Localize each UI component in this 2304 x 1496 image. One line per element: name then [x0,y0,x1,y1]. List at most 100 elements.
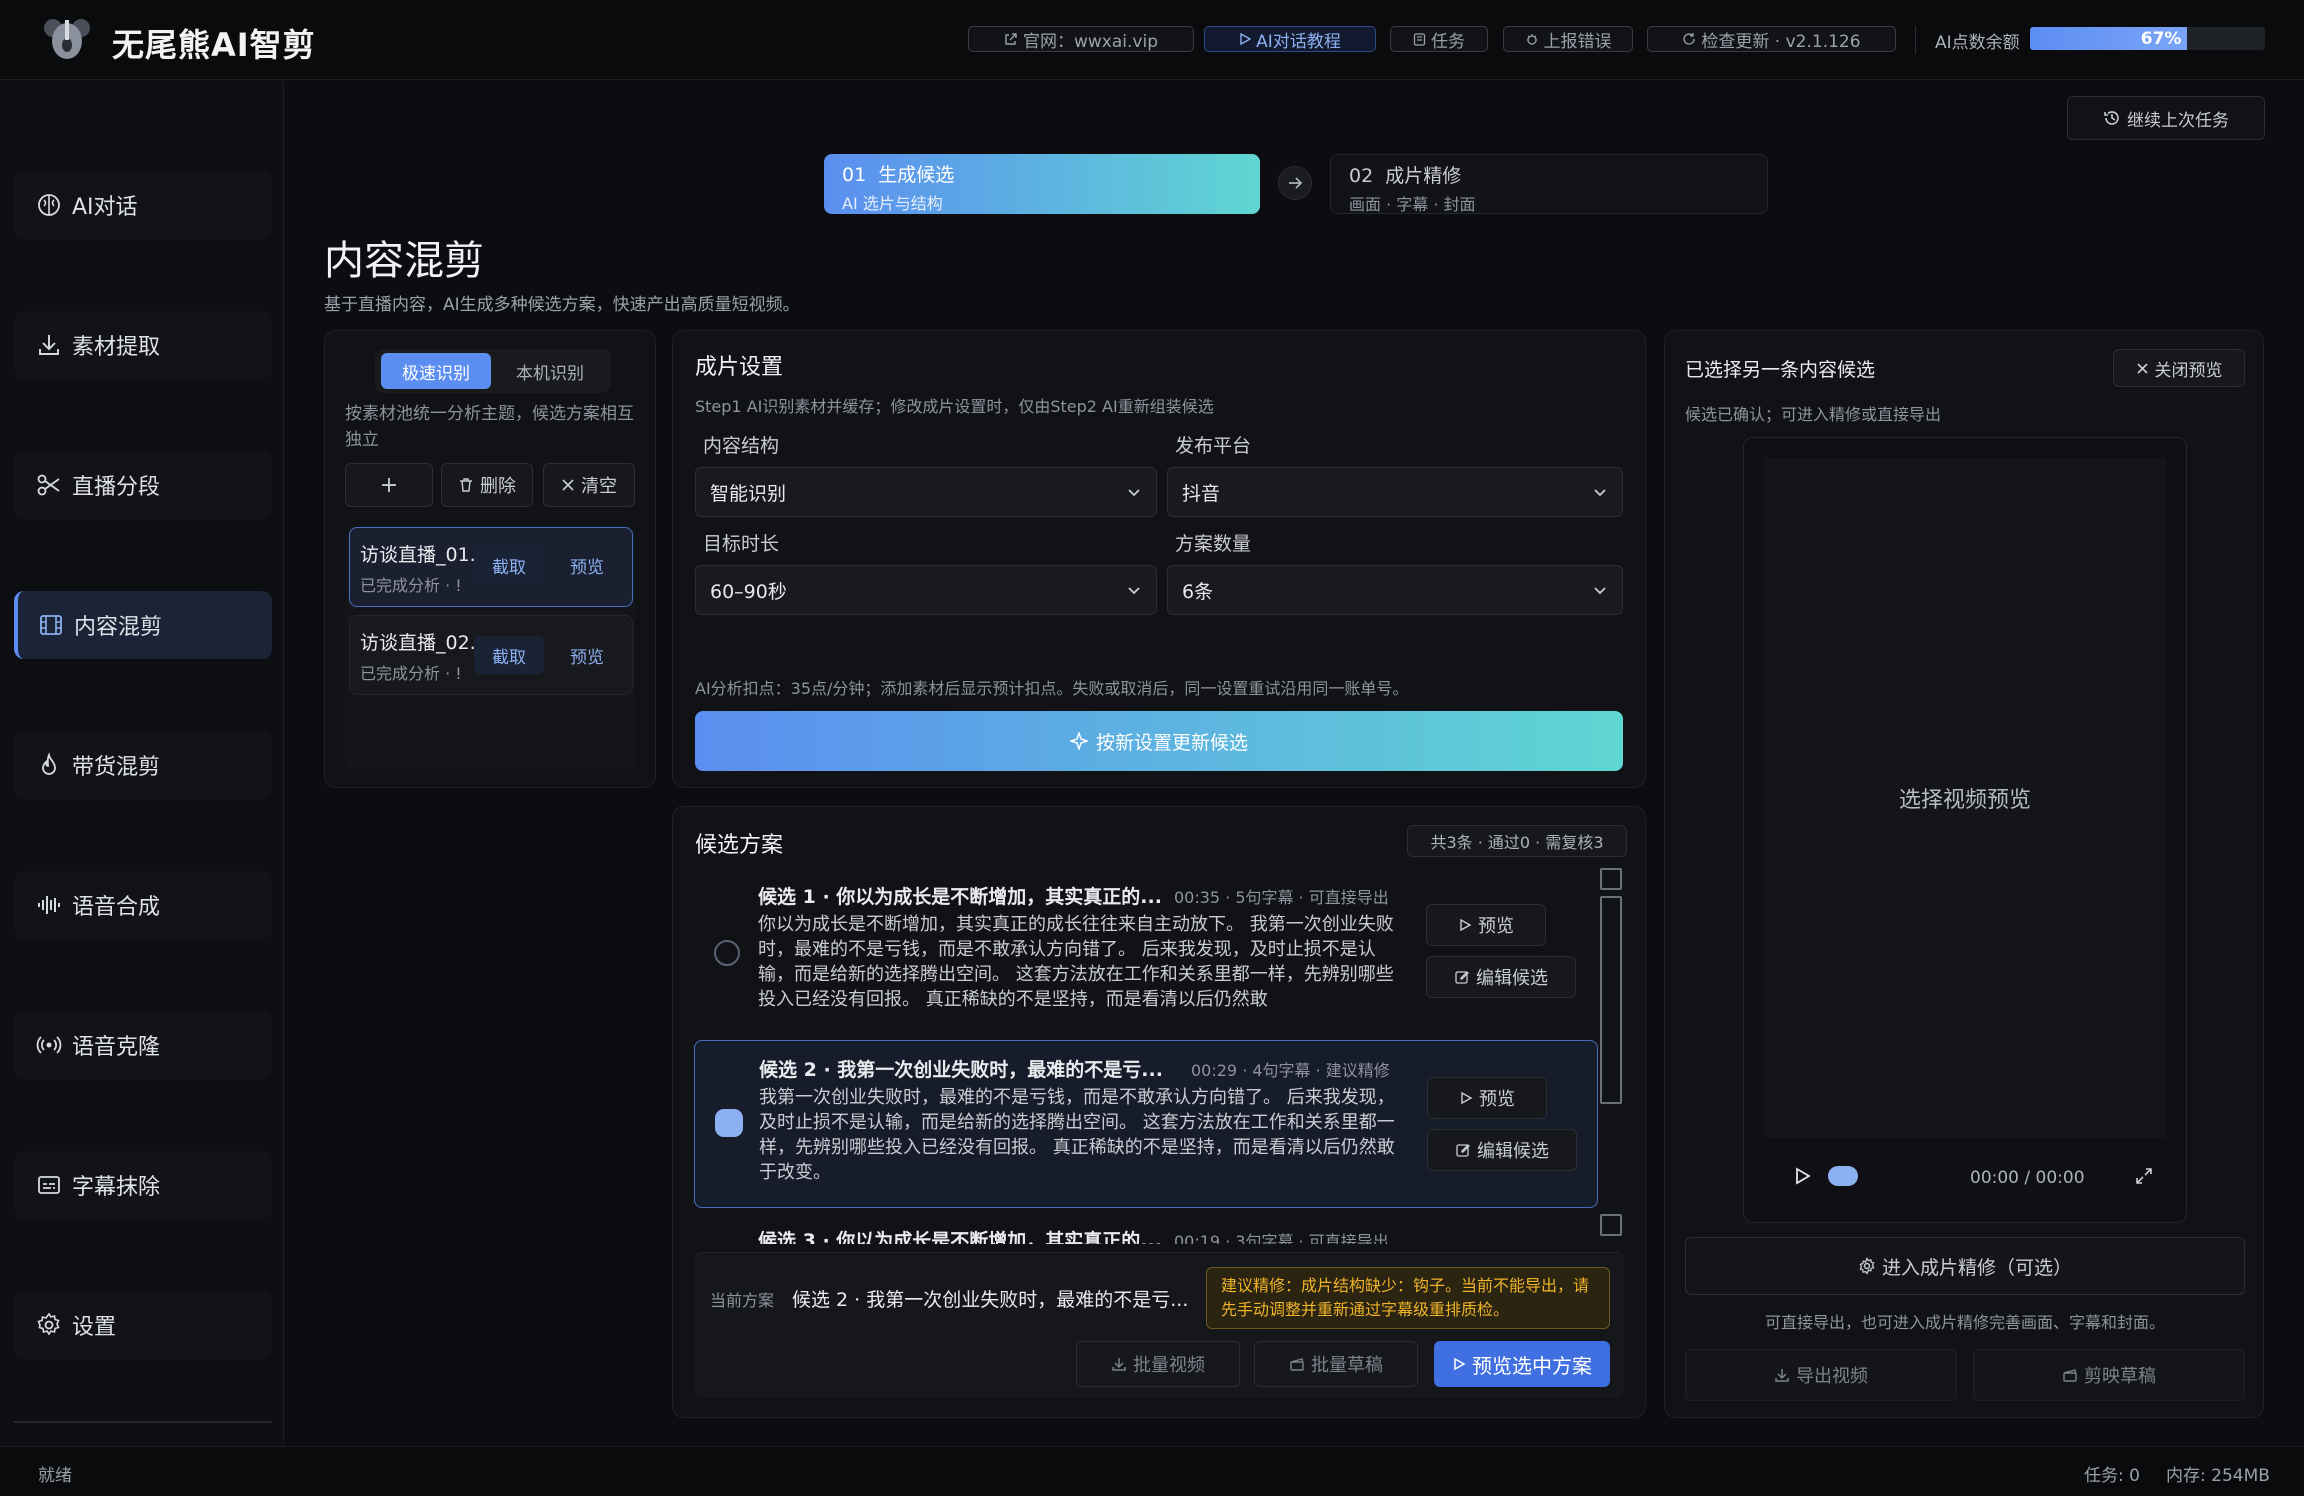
preview-button[interactable]: 预览 [552,546,622,584]
platform-value: 抖音 [1182,482,1221,505]
resume-task-button[interactable]: 继续上次任务 [2067,96,2265,140]
export-note: 可直接导出，也可进入成片精修完善画面、字幕和封面。 [1764,1313,2165,1332]
sidebar-item-content-mix[interactable]: 内容混剪 [14,591,272,659]
preview-selected-label: 预览选中方案 [1472,1353,1592,1378]
material-item[interactable]: 访谈直播_01. 已完成分析 · ! 截取 预览 [349,527,633,607]
step-num: 01 [842,164,867,186]
preview-button[interactable]: 预览 [1427,1077,1547,1119]
bug-icon [1526,34,1537,45]
progress-handle[interactable] [1828,1166,1858,1186]
sidebar-item-label: 素材提取 [72,335,161,360]
edit-icon [1456,1144,1470,1157]
candidate-item[interactable]: 候选 3 · 你以为成长是不断增加，其实真正的... 00:19 · 3句字幕 … [694,1214,1598,1244]
play-icon[interactable] [1792,1166,1812,1186]
material-name: 访谈直播_01. [360,544,476,566]
preview-label: 预览 [1478,916,1514,937]
sidebar-item-voice-clone[interactable]: 语音克隆 [14,1011,272,1079]
sidebar-item-settings[interactable]: 设置 [14,1291,272,1359]
jianying-draft-button[interactable]: 剪映草稿 [1973,1349,2245,1401]
candidate-radio-checked[interactable] [715,1109,743,1137]
batch-draft-button[interactable]: 批量草稿 [1254,1341,1418,1387]
gear-icon [1859,1257,1875,1275]
clipboard-icon [1413,33,1426,46]
clip-button[interactable]: 截取 [474,546,544,584]
count-label: 方案数量 [1175,533,1252,555]
close-preview-button[interactable]: 关闭预览 [2113,349,2245,387]
structure-select[interactable]: 智能识别 [695,467,1157,517]
material-item[interactable]: 访谈直播_02. 已完成分析 · ! 截取 预览 [349,615,633,695]
preview-desc: 候选已确认；可进入精修或直接导出 [1685,405,1942,424]
tutorial-label: AI对话教程 [1256,31,1341,52]
tab-local-recognize[interactable]: 本机识别 [495,353,605,389]
sidebar-item-label: 设置 [72,1315,117,1340]
sidebar-item-tts[interactable]: 语音合成 [14,871,272,939]
step-arrow [1278,166,1312,200]
batch-video-button[interactable]: 批量视频 [1076,1341,1240,1387]
sidebar-item-ai-chat[interactable]: AI对话 [14,171,272,239]
scroll-up-button[interactable] [1600,868,1622,890]
edit-candidate-button[interactable]: 编辑候选 [1427,1129,1577,1171]
candidate-meta: 00:35 · 5句字幕 · 可直接导出 [1174,888,1389,907]
tab-fast-recognize[interactable]: 极速识别 [381,353,491,389]
refresh-icon [1683,33,1696,45]
download-icon [39,335,59,355]
check-update-button[interactable]: 检查更新 · v2.1.126 [1647,26,1896,52]
count-value: 6条 [1182,580,1214,603]
sidebar-item-label: 内容混剪 [74,615,163,640]
step-num: 02 [1349,165,1374,187]
preview-button[interactable]: 预览 [552,636,622,674]
divider [1915,26,1916,54]
trash-icon [460,478,472,492]
sidebar-item-live-segment[interactable]: 直播分段 [14,451,272,519]
clear-material-button[interactable]: 清空 [543,463,635,507]
preview-selected-button[interactable]: 预览选中方案 [1434,1341,1610,1387]
step-sub: 画面 · 字幕 · 封面 [1349,195,1476,214]
fullscreen-icon[interactable] [2134,1166,2154,1186]
sidebar-item-label: 直播分段 [72,475,161,500]
step-2[interactable]: 02 成片精修 画面 · 字幕 · 封面 [1330,154,1768,214]
quota-label: AI点数余额 [1935,33,2020,53]
sparkle-icon [1069,732,1088,750]
resume-task-label: 继续上次任务 [2127,110,2229,131]
add-material-button[interactable]: + [345,463,433,507]
scroll-down-button[interactable] [1600,1214,1622,1236]
video-placeholder[interactable]: 选择视频预览 [1764,458,2166,1138]
quota-bar: 67% [2030,27,2265,50]
sidebar-item-goods-mix[interactable]: 带货混剪 [14,731,272,799]
current-plan-label: 当前方案 [710,1291,775,1310]
clip-button[interactable]: 截取 [474,636,544,674]
edit-candidate-button[interactable]: 编辑候选 [1426,956,1576,998]
delete-material-button[interactable]: 删除 [441,463,533,507]
close-icon [562,479,574,491]
site-button[interactable]: 官网：wwxai.vip [968,26,1194,52]
duration-label: 目标时长 [703,533,780,555]
duration-select[interactable]: 60–90秒 [695,565,1157,615]
sidebar-item-subtitle-remove[interactable]: 字幕抹除 [14,1151,272,1219]
count-select[interactable]: 6条 [1167,565,1623,615]
settings-title: 成片设置 [695,355,784,380]
preview-panel-title: 已选择另一条内容候选 [1685,359,1876,381]
update-candidates-button[interactable]: 按新设置更新候选 [695,711,1623,771]
scroll-thumb[interactable] [1600,896,1622,1104]
preview-button[interactable]: 预览 [1426,904,1546,946]
candidate-item[interactable]: 候选 1 · 你以为成长是不断增加，其实真正的... 00:35 · 5句字幕 … [694,868,1598,1032]
candidates-scrollbar[interactable] [1598,868,1624,1240]
brain-icon [38,194,60,216]
waveform-icon [38,896,60,914]
step-sub: AI 选片与结构 [842,194,943,213]
tasks-button[interactable]: 任务 [1390,26,1488,52]
candidate-radio[interactable] [714,940,740,966]
sidebar-item-material-extract[interactable]: 素材提取 [14,311,272,379]
report-error-label: 上报错误 [1543,31,1612,52]
platform-select[interactable]: 抖音 [1167,467,1623,517]
clear-label: 清空 [581,476,617,497]
enter-refine-button[interactable]: 进入成片精修（可选） [1685,1237,2245,1295]
candidate-body: 你以为成长是不断增加，其实真正的成长往往来自主动放下。 我第一次创业失败时，最难… [758,914,1394,1010]
step-1[interactable]: 01 生成候选 AI 选片与结构 [824,154,1260,214]
report-error-button[interactable]: 上报错误 [1503,26,1633,52]
export-video-button[interactable]: 导出视频 [1685,1349,1957,1401]
candidate-item-selected[interactable]: 候选 2 · 我第一次创业失败时，最难的不是亏... 00:29 · 4句字幕 … [694,1040,1598,1208]
material-name: 访谈直播_02. [360,632,476,654]
flame-icon [42,752,56,775]
tutorial-button[interactable]: AI对话教程 [1204,26,1376,52]
